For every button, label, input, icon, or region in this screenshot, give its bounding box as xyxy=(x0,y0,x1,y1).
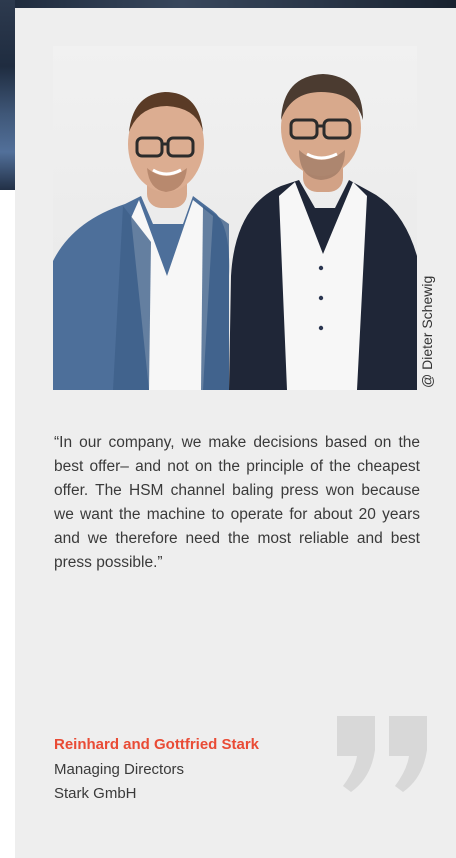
background-photo-strip xyxy=(0,0,15,190)
closing-quotation-mark-icon xyxy=(337,716,427,792)
portrait-photo xyxy=(53,46,417,390)
author-name: Reinhard and Gottfried Stark xyxy=(54,736,260,753)
photo-credit: @ Dieter Schewig xyxy=(419,275,435,388)
author-role: Managing Directors xyxy=(54,761,185,778)
author-company: Stark GmbH xyxy=(54,785,137,802)
background-photo-edge xyxy=(0,0,456,8)
testimonial-card: @ Dieter Schewig “In our company, we mak… xyxy=(15,8,456,858)
testimonial-quote: “In our company, we make decisions based… xyxy=(54,434,420,571)
